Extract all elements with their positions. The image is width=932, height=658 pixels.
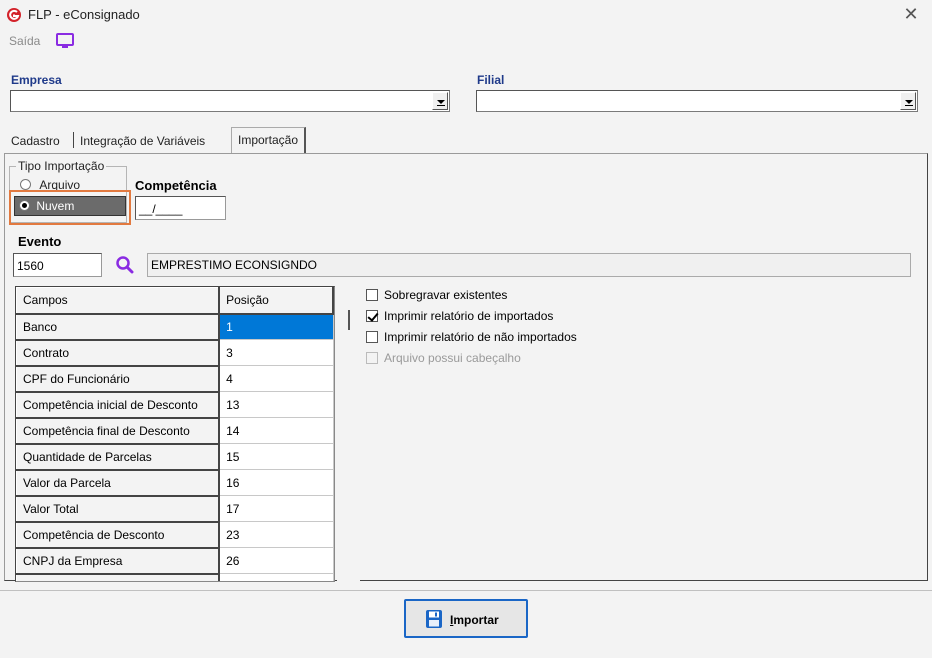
competencia-label: Competência — [135, 178, 217, 193]
empresa-dropdown-icon[interactable] — [432, 92, 448, 110]
grid-cell-campo: Valor da Parcela — [16, 469, 221, 497]
menu-exit[interactable]: Saída — [9, 34, 40, 48]
importar-button-label-rest: mportar — [453, 613, 499, 627]
tab-importacao[interactable]: Importação — [231, 127, 307, 154]
table-row[interactable]: Valor Total 17 — [16, 495, 334, 523]
app-logo-icon — [7, 8, 21, 22]
grid-cell-posicao[interactable]: 3 — [219, 339, 334, 366]
table-row[interactable]: Contrato 3 — [16, 339, 334, 367]
footer-divider — [0, 590, 932, 591]
checkbox-imprimir-importados[interactable] — [366, 310, 378, 322]
table-row[interactable]: Banco 1 — [16, 313, 334, 341]
filial-select[interactable] — [476, 90, 918, 112]
grid-cell-posicao[interactable]: 4 — [219, 365, 334, 392]
grid-cell-posicao[interactable]: 1 — [219, 313, 334, 340]
evento-label: Evento — [18, 234, 62, 249]
campos-grid[interactable]: Campos Posição Banco 1 Contrato 3 CPF do… — [15, 286, 335, 582]
option-sobregravar-label: Sobregravar existentes — [384, 288, 508, 302]
importar-button-label: Importar — [450, 613, 499, 627]
evento-code-value: 1560 — [17, 259, 44, 273]
grid-cell-posicao[interactable]: 13 — [219, 391, 334, 418]
grid-cell-posicao[interactable]: 17 — [219, 495, 334, 522]
save-icon — [426, 610, 442, 628]
grid-cell-campo: CPF do Funcionário — [16, 365, 221, 393]
grid-cell-posicao[interactable]: 14 — [219, 417, 334, 444]
filial-label: Filial — [477, 73, 505, 87]
empresa-label: Empresa — [11, 73, 62, 87]
radio-arquivo-indicator[interactable] — [20, 179, 31, 190]
grid-cell-campo: Quantidade de Parcelas — [16, 443, 221, 471]
radio-nuvem-label: Nuvem — [36, 199, 75, 213]
importar-button[interactable]: Importar — [404, 599, 528, 638]
option-imprimir-importados-label: Imprimir relatório de importados — [384, 309, 554, 323]
evento-description-field: EMPRESTIMO ECONSIGNDO — [147, 253, 911, 277]
grid-cell-campo: Banco — [16, 313, 221, 341]
option-imprimir-importados[interactable]: Imprimir relatório de importados — [366, 309, 553, 323]
grid-cell-posicao[interactable]: 15 — [219, 443, 334, 470]
evento-code-input[interactable]: 1560 — [13, 253, 102, 277]
option-arquivo-cabecalho-label: Arquivo possui cabeçalho — [384, 351, 521, 365]
grid-cell-posicao-partial[interactable] — [219, 573, 334, 581]
grid-cell-campo: Competência de Desconto — [16, 521, 221, 549]
grid-header-row: Campos Posição — [16, 287, 334, 315]
competencia-input[interactable]: __/____ — [135, 196, 226, 220]
table-row[interactable]: Competência final de Desconto 14 — [16, 417, 334, 445]
table-row[interactable]: CNPJ da Empresa 26 — [16, 547, 334, 575]
checkbox-arquivo-cabecalho — [366, 352, 378, 364]
grid-cell-posicao[interactable]: 26 — [219, 547, 334, 574]
table-row[interactable]: Competência inicial de Desconto 13 — [16, 391, 334, 419]
grid-cell-campo: CNPJ da Empresa — [16, 547, 221, 575]
monitor-icon[interactable] — [55, 33, 75, 49]
close-icon[interactable]: ✕ — [902, 4, 920, 25]
tab-cadastro[interactable]: Cadastro — [5, 129, 66, 153]
grid-scrollbar[interactable] — [337, 286, 360, 582]
grid-cell-campo: Competência final de Desconto — [16, 417, 221, 445]
table-row[interactable]: Competência de Desconto 23 — [16, 521, 334, 549]
option-imprimir-nao-importados-label: Imprimir relatório de não importados — [384, 330, 577, 344]
option-sobregravar[interactable]: Sobregravar existentes — [366, 288, 507, 302]
window-title: FLP - eConsignado — [28, 7, 140, 22]
table-row[interactable]: CPF do Funcionário 4 — [16, 365, 334, 393]
filial-dropdown-icon[interactable] — [900, 92, 916, 110]
search-icon[interactable] — [115, 255, 135, 275]
grid-cell-campo: Competência inicial de Desconto — [16, 391, 221, 419]
radio-nuvem-indicator[interactable] — [19, 200, 30, 211]
table-row[interactable]: Quantidade de Parcelas 15 — [16, 443, 334, 471]
grid-cell-campo: Contrato — [16, 339, 221, 367]
grid-cell-campo: Valor Total — [16, 495, 221, 523]
title-bar — [0, 0, 932, 30]
grid-header-posicao[interactable]: Posição — [218, 287, 334, 315]
evento-description: EMPRESTIMO ECONSIGNDO — [151, 258, 318, 272]
table-row[interactable]: Valor da Parcela 16 — [16, 469, 334, 497]
grid-scrollbar-thumb[interactable] — [348, 310, 350, 330]
option-arquivo-cabecalho: Arquivo possui cabeçalho — [366, 351, 521, 365]
option-imprimir-nao-importados[interactable]: Imprimir relatório de não importados — [366, 330, 577, 344]
grid-header-campos[interactable]: Campos — [16, 287, 221, 315]
checkbox-sobregravar[interactable] — [366, 289, 378, 301]
grid-cell-campo-partial — [16, 573, 221, 581]
radio-nuvem[interactable]: Nuvem — [14, 196, 126, 216]
table-row[interactable] — [16, 573, 334, 581]
empresa-select[interactable] — [10, 90, 450, 112]
grid-cell-posicao[interactable]: 23 — [219, 521, 334, 548]
competencia-value: __/____ — [139, 202, 183, 216]
tab-integracao-variaveis[interactable]: Integração de Variáveis — [74, 129, 212, 153]
grid-cell-posicao[interactable]: 16 — [219, 469, 334, 496]
tipo-importacao-label: Tipo Importação — [16, 159, 107, 173]
checkbox-imprimir-nao-importados[interactable] — [366, 331, 378, 343]
